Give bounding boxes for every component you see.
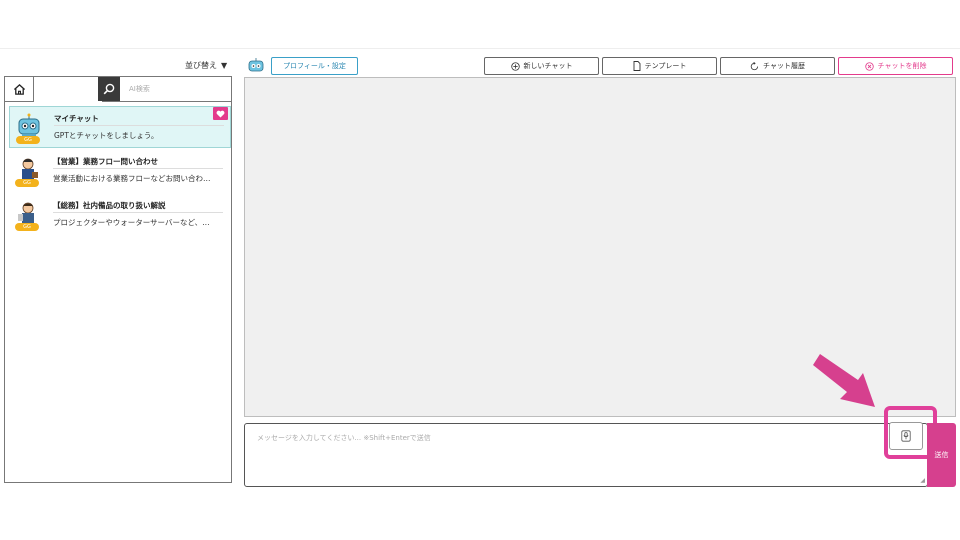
chat-badge: GG [16,136,40,144]
delete-chat-label: チャットを削除 [877,62,927,70]
pointer-arrow-icon [813,354,875,407]
new-chat-button[interactable]: 新しいチャット [484,57,599,75]
microphone-icon [901,430,911,442]
delete-chat-button[interactable]: チャットを削除 [838,57,953,75]
chat-list-panel: AI検索 GG マイチャット GPTとチャットをしましょう。 GG 【営業】業務… [4,76,232,483]
sort-dropdown[interactable]: 並び替え ▼ [185,60,227,71]
sort-label: 並び替え [185,61,217,70]
chat-description: 営業活動における業務フローなどお問い合わ… [53,174,211,183]
send-label: 送信 [934,451,949,459]
caret-down-icon: ▼ [221,61,228,70]
document-icon [633,61,641,71]
profile-settings-label: プロフィール・設定 [283,62,346,70]
history-icon [750,61,759,70]
home-icon [13,83,25,95]
template-button[interactable]: テンプレート [602,57,717,75]
divider [53,212,223,213]
chat-item-general-affairs[interactable]: GG 【総務】社内備品の取り扱い解説 プロジェクターやウォーターサーバーなど、… [9,194,231,236]
chat-badge: GG [15,179,39,187]
search-button[interactable] [98,77,120,101]
chat-history-button[interactable]: チャット履歴 [720,57,835,75]
chat-description: プロジェクターやウォーターサーバーなど、… [53,218,210,227]
chat-history-label: チャット履歴 [763,62,805,70]
voice-input-button[interactable] [889,422,923,450]
chat-item-my-chat[interactable]: GG マイチャット GPTとチャットをしましょう。 [9,106,231,148]
message-placeholder: メッセージを入力してください... ※Shift+Enterで送信 [257,434,431,442]
favorite-button[interactable] [213,107,228,120]
template-label: テンプレート [644,62,687,70]
chat-title: 【総務】社内備品の取り扱い解説 [53,201,166,210]
heart-icon [216,110,225,118]
ai-search-label[interactable]: AI検索 [129,84,150,94]
resize-handle-icon[interactable]: ◢ [920,477,925,484]
plus-circle-icon [510,61,520,71]
message-input[interactable]: メッセージを入力してください... ※Shift+Enterで送信 ◢ [244,423,928,487]
home-button[interactable] [5,77,34,101]
chat-badge: GG [15,223,39,231]
send-button[interactable]: 送信 [927,423,956,487]
chat-description: GPTとチャットをしましょう。 [54,131,159,140]
profile-settings-button[interactable]: プロフィール・設定 [271,57,358,75]
divider [53,168,223,169]
chat-title: マイチャット [54,114,99,123]
search-icon [103,83,115,95]
chat-item-sales-flow[interactable]: GG 【営業】業務フロー問い合わせ 営業活動における業務フローなどお問い合わ… [9,150,231,192]
search-input[interactable] [34,77,102,103]
chat-title: 【営業】業務フロー問い合わせ [53,157,158,166]
new-chat-label: 新しいチャット [523,62,573,70]
top-divider [0,48,960,49]
divider [54,125,224,126]
search-bar: AI検索 [5,77,231,103]
robot-profile-icon[interactable] [247,57,265,75]
close-circle-icon [864,61,874,71]
